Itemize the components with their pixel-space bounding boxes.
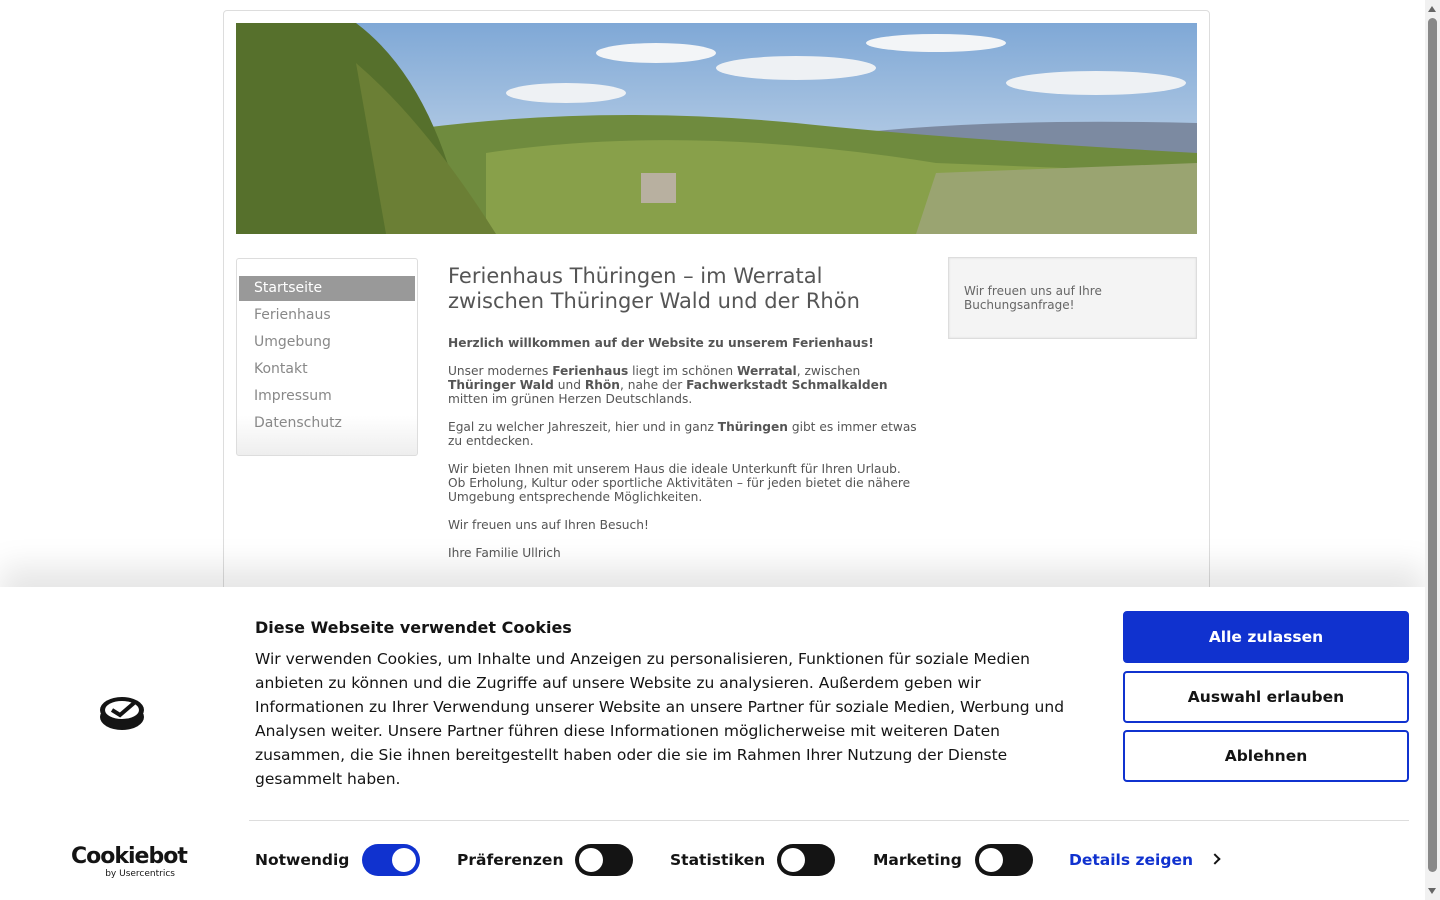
toggle-statistiken[interactable] [777,844,835,876]
allow-selection-button[interactable]: Auswahl erlauben [1123,671,1409,723]
scroll-up-arrow-icon[interactable] [1428,6,1436,12]
toggle-notwendig[interactable] [362,844,420,876]
scrollbar-thumb[interactable] [1428,18,1437,872]
deny-button[interactable]: Ablehnen [1123,730,1409,782]
nav-item-startseite[interactable]: Startseite [239,276,415,301]
nav-item-kontakt[interactable]: Kontakt [239,357,415,382]
toggle-praeferenzen[interactable] [575,844,633,876]
cookie-title: Diese Webseite verwendet Cookies [255,618,572,637]
cookie-description: Wir verwenden Cookies, um Inhalte und An… [255,650,1065,788]
page-scrollbar[interactable] [1425,0,1440,900]
cookiebot-logo-icon [100,697,144,730]
header-landscape-image [236,23,1197,234]
booking-note-box: Wir freuen uns auf Ihre Buchungsanfrage! [948,257,1197,339]
intro-paragraph: Unser modernes Ferienhaus liegt im schön… [448,364,888,406]
details-link[interactable]: Details zeigen [1069,851,1221,869]
toggle-label-marketing: Marketing [873,851,962,869]
allow-all-button[interactable]: Alle zulassen [1123,611,1409,663]
signature-text: Ihre Familie Ullrich [448,546,561,560]
page-wrapper: Startseite Ferienhaus Umgebung Kontakt I… [223,10,1210,650]
toggle-label-statistiken: Statistiken [670,851,766,869]
toggle-label-praeferenzen: Präferenzen [457,851,564,869]
season-paragraph: Egal zu welcher Jahreszeit, hier und in … [448,420,917,448]
visit-paragraph: Wir freuen uns auf Ihren Besuch! [448,518,649,532]
offer-paragraph: Wir bieten Ihnen mit unserem Haus die id… [448,462,911,504]
nav-item-ferienhaus[interactable]: Ferienhaus [239,303,415,328]
page-title: Ferienhaus Thüringen – im Werratal zwisc… [448,264,860,313]
cookie-banner: Diese Webseite verwendet Cookies Wir ver… [0,587,1425,900]
welcome-text: Herzlich willkommen auf der Website zu u… [448,336,874,350]
sidebar-nav: Startseite Ferienhaus Umgebung Kontakt I… [236,258,418,456]
toggle-marketing[interactable] [975,844,1033,876]
chevron-right-icon [1209,853,1221,865]
cookie-divider [249,820,1409,821]
scroll-down-arrow-icon[interactable] [1428,888,1436,894]
main-content: Ferienhaus Thüringen – im Werratal zwisc… [448,264,918,574]
toggle-label-notwendig: Notwendig [255,851,350,869]
nav-item-umgebung[interactable]: Umgebung [239,330,415,355]
nav-item-impressum[interactable]: Impressum [239,384,415,409]
cookiebot-brand-logo: Cookiebot by Usercentrics [71,844,188,880]
nav-item-datenschutz[interactable]: Datenschutz [239,411,415,436]
